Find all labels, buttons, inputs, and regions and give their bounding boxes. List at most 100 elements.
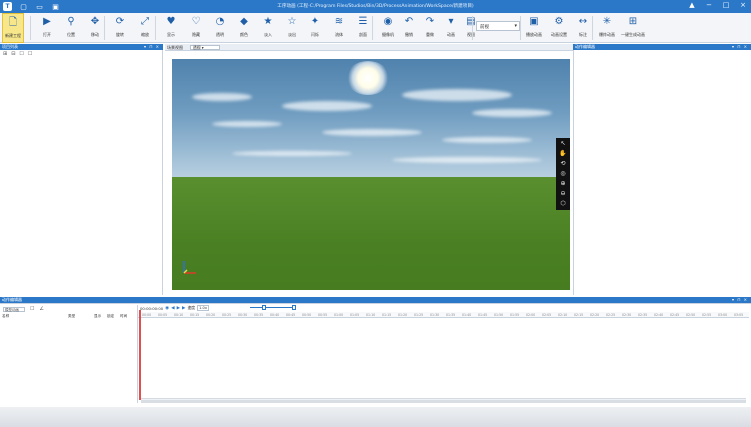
ribbon-button-label: 旋转	[116, 32, 124, 37]
ruler-tick-label: 00:40	[270, 313, 280, 317]
ribbon-button-label: 播放动画	[526, 32, 542, 37]
maximize-button[interactable]: □	[722, 1, 730, 9]
scrollbar-thumb[interactable]	[141, 400, 746, 403]
ruler-tick-label: 02:05	[542, 313, 552, 317]
ribbon-button-rotate[interactable]: ⟳ 旋转	[109, 13, 131, 43]
ribbon-button-explode[interactable]: ✳ 爆炸动画	[596, 13, 618, 43]
orbit-icon[interactable]: ⟲	[560, 160, 565, 168]
ruler-tick-label: 00:25	[222, 313, 232, 317]
scene-viewport[interactable]	[172, 59, 570, 290]
fit-view-icon[interactable]: ⬡	[560, 200, 565, 208]
ruler-tick-label: 01:45	[478, 313, 488, 317]
ribbon-separator	[592, 16, 593, 40]
timeline-scrollbar[interactable]	[141, 398, 746, 403]
ruler-tick-label: 02:30	[622, 313, 632, 317]
ruler-tick-label: 01:30	[430, 313, 440, 317]
ruler-tick-label: 00:20	[206, 313, 216, 317]
animation-type-combo[interactable]: 模型动画	[3, 306, 25, 312]
cloud	[442, 137, 532, 143]
blink-icon: ✦	[310, 16, 320, 27]
right-panel-title: 动作编辑器	[575, 44, 595, 49]
speed-combo[interactable]: 1.0x	[197, 305, 209, 311]
ribbon-button-auto-generate[interactable]: ⊞ 一键生成动画	[621, 13, 645, 43]
col-lock: 锁定	[107, 314, 115, 318]
ribbon-separator	[472, 16, 473, 40]
ribbon-button-show[interactable]: ♥ 显示	[160, 13, 182, 43]
focus-icon[interactable]: ◎	[560, 170, 565, 178]
ribbon-button-transparent[interactable]: ◔ 透明	[209, 13, 231, 43]
ruler-tick-label: 00:55	[318, 313, 328, 317]
zoom-slider-end-knob[interactable]	[292, 305, 296, 310]
step-back-icon[interactable]: ◀	[171, 306, 174, 311]
ribbon-button-label: 缩放	[141, 32, 149, 37]
ribbon-button-color[interactable]: ◆ 颜色	[233, 13, 255, 43]
ruler-tick-label: 02:45	[670, 313, 680, 317]
ribbon-button-camera[interactable]: ◉ 摄像机	[377, 13, 399, 43]
time-ruler[interactable]: 00:00 00:05 00:10 00:15 00:20 00:25 00:30 00:35…	[138, 312, 749, 318]
filter-icon[interactable]: ☐	[19, 51, 23, 57]
taskbar	[0, 407, 751, 427]
axis-gizmo-icon	[183, 261, 196, 274]
show-icon: ♥	[166, 16, 176, 27]
ribbon-button-fade-in[interactable]: ★ 淡入	[257, 13, 279, 43]
ribbon-button-new-project[interactable]: 🗋 新建工程	[2, 13, 24, 43]
minimize-button[interactable]: −	[705, 1, 713, 9]
ribbon-button-fade-out[interactable]: ☆ 淡出	[281, 13, 303, 43]
zoom-out-icon[interactable]: ⊖	[560, 190, 565, 198]
ribbon-button-move[interactable]: ✥ 移动	[84, 13, 106, 43]
select-cursor-icon[interactable]: ↖	[560, 140, 565, 148]
ribbon-button-play-animation[interactable]: ▣ 播放动画	[523, 13, 545, 43]
ribbon-button-redo[interactable]: ↷ 重做	[419, 13, 441, 43]
pen-icon[interactable]: ∠	[39, 306, 43, 312]
ribbon-button-annotation[interactable]: ↔ 标注	[572, 13, 594, 43]
play-icon[interactable]: ▶	[177, 306, 180, 311]
view-combo[interactable]: 前视 ▾	[476, 21, 520, 31]
ruler-tick-label: 03:05	[734, 313, 744, 317]
ribbon-button-view[interactable]: ▤ 视图	[460, 13, 482, 43]
timeline-splitter[interactable]	[137, 305, 138, 403]
ribbon-button-blink[interactable]: ✦ 闪烁	[304, 13, 326, 43]
pin-icon[interactable]: ▲	[688, 1, 696, 9]
pan-hand-icon[interactable]: ✋	[559, 150, 566, 158]
zoom-in-icon[interactable]: ⊕	[560, 180, 565, 188]
expand-all-icon[interactable]: ⊞	[3, 51, 7, 57]
playhead[interactable]	[139, 310, 141, 400]
ribbon-button-hide[interactable]: ♡ 隐藏	[185, 13, 207, 43]
cloud	[472, 109, 552, 117]
tab-scene-view[interactable]: 场景视图	[167, 45, 183, 51]
fluid-icon: ≋	[334, 16, 344, 27]
record-icon[interactable]: ◉	[165, 306, 169, 311]
ribbon-button-scale[interactable]: ⤢ 缩放	[134, 13, 156, 43]
ribbon-button-open[interactable]: ▶ 打开	[36, 13, 58, 43]
ribbon-button-label: 显示	[167, 32, 175, 37]
ruler-tick-label: 02:55	[702, 313, 712, 317]
ribbon-button-undo[interactable]: ↶ 撤销	[398, 13, 420, 43]
close-button[interactable]: ×	[739, 1, 747, 9]
ribbon-button-animation[interactable]: ▾ 动画	[440, 13, 462, 43]
options-icon[interactable]: ☐	[28, 51, 32, 57]
ribbon-button-fluid[interactable]: ≋ 流体	[328, 13, 350, 43]
ribbon-button-animation-settings[interactable]: ⚙ 动画设置	[548, 13, 570, 43]
zoom-slider-knob[interactable]	[262, 305, 266, 310]
ribbon-button-location[interactable]: ⚲ 位置	[60, 13, 82, 43]
ruler-tick-label: 02:20	[590, 313, 600, 317]
ruler-tick-label: 00:05	[158, 313, 168, 317]
timeline-transport: 00:00:00:00 ◉ ◀ ▶ ▶ 速度 1.0x	[140, 305, 209, 311]
collapse-all-icon[interactable]: ⊟	[11, 51, 15, 57]
speed-label: 速度	[187, 305, 196, 310]
ribbon-separator	[30, 16, 31, 40]
ruler-tick-label: 02:00	[526, 313, 536, 317]
ribbon-button-section[interactable]: ☰ 剖面	[352, 13, 374, 43]
color-icon: ◆	[240, 16, 248, 27]
add-track-icon[interactable]: ☐	[30, 306, 34, 312]
fade-in-icon: ★	[263, 16, 273, 27]
projection-combo[interactable]: 透视 ▾	[190, 45, 220, 50]
window-title: 工序动画 (工程-C:/Program Files/Studios/Bin/3D…	[277, 4, 474, 9]
play-animation-icon: ▣	[529, 16, 539, 27]
ruler-tick-label: 00:35	[254, 313, 264, 317]
ribbon-button-label: 剖面	[359, 32, 367, 37]
ribbon-button-label: 视图	[467, 32, 475, 37]
project-list-title: 项目列表	[2, 44, 18, 49]
zoom-slider[interactable]	[250, 307, 294, 308]
step-forward-icon[interactable]: ▶	[182, 306, 185, 311]
